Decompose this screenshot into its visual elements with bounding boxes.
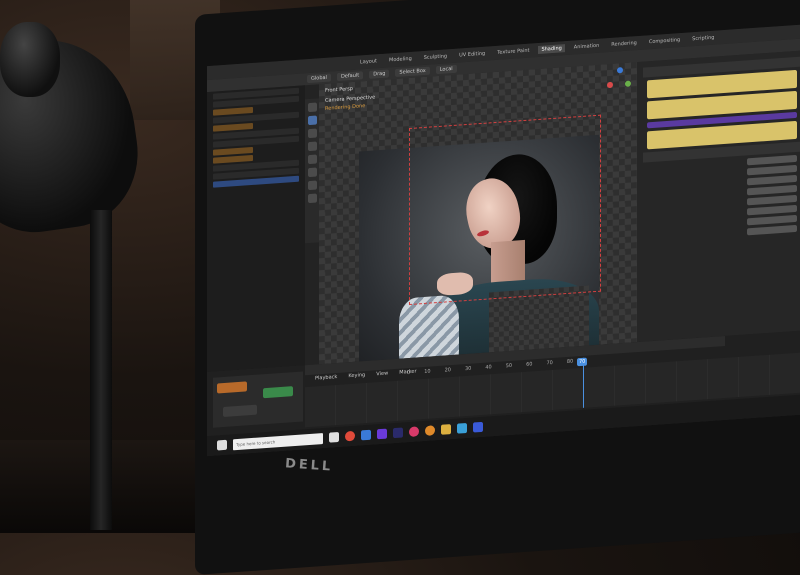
viewport-overlay-render: Rendering Done bbox=[325, 103, 366, 112]
gizmo-y-axis-icon[interactable] bbox=[625, 80, 631, 87]
frame-number: 50 bbox=[505, 362, 513, 370]
app-icon[interactable] bbox=[473, 421, 483, 433]
gizmo-z-axis-icon[interactable] bbox=[617, 67, 623, 74]
frame-number: 10 bbox=[424, 368, 431, 375]
tab-compositing[interactable]: Compositing bbox=[646, 36, 683, 47]
task-view-icon[interactable] bbox=[329, 431, 339, 443]
frame-number: 40 bbox=[485, 364, 492, 371]
annotate-tool-icon[interactable] bbox=[307, 180, 317, 191]
taskbar-search-input[interactable]: Type here to search bbox=[233, 432, 323, 450]
navigation-gizmo[interactable] bbox=[607, 66, 633, 94]
local-select[interactable]: Local bbox=[435, 64, 457, 75]
3d-viewport[interactable]: Front Persp Camera Perspective Rendering… bbox=[319, 62, 637, 372]
desk-lamp-arm bbox=[90, 210, 112, 530]
drag-select[interactable]: Drag bbox=[369, 69, 390, 79]
frame-number: 0 bbox=[407, 369, 411, 377]
start-icon[interactable] bbox=[217, 439, 227, 451]
timeline-menu-keying[interactable]: Keying bbox=[348, 372, 365, 379]
cursor-tool-icon[interactable] bbox=[307, 115, 317, 126]
app-icon[interactable] bbox=[409, 426, 419, 438]
select-box-button[interactable]: Select Box bbox=[395, 66, 430, 77]
app-icon[interactable] bbox=[361, 429, 371, 441]
folder-icon[interactable] bbox=[441, 424, 451, 435]
gizmo-x-axis-icon[interactable] bbox=[607, 81, 613, 89]
measure-tool-icon[interactable] bbox=[307, 193, 317, 204]
viewport-overlay-camera: Camera Perspective bbox=[325, 94, 376, 104]
pivot-select[interactable]: Default bbox=[336, 71, 364, 82]
tab-layout[interactable]: Layout bbox=[357, 57, 380, 67]
select-tool-icon[interactable] bbox=[307, 102, 317, 113]
frame-number: 80 bbox=[566, 358, 574, 366]
properties-panel bbox=[637, 50, 800, 343]
tab-animation[interactable]: Animation bbox=[571, 42, 603, 52]
transform-tool-icon[interactable] bbox=[307, 167, 317, 178]
node-output[interactable] bbox=[223, 404, 257, 418]
frame-number: 70 bbox=[546, 359, 553, 367]
node-shader[interactable] bbox=[263, 386, 293, 399]
outliner-panel bbox=[207, 85, 305, 373]
tab-scripting[interactable]: Scripting bbox=[689, 33, 717, 43]
node-editor[interactable] bbox=[213, 371, 303, 428]
timeline-menu-view[interactable]: View bbox=[376, 370, 388, 377]
tab-sculpting[interactable]: Sculpting bbox=[421, 52, 450, 62]
tab-uv-editing[interactable]: UV Editing bbox=[456, 49, 488, 59]
viewport-mode-label: Front Persp bbox=[325, 85, 353, 94]
scale-tool-icon[interactable] bbox=[307, 154, 317, 165]
photoshop-icon[interactable] bbox=[393, 427, 403, 439]
tab-modeling[interactable]: Modeling bbox=[386, 55, 415, 65]
store-icon[interactable] bbox=[457, 422, 467, 434]
tab-texture-paint[interactable]: Texture Paint bbox=[494, 46, 532, 57]
tab-shading[interactable]: Shading bbox=[538, 44, 565, 54]
frame-number: 20 bbox=[444, 367, 451, 374]
screen: Layout Modeling Sculpting UV Editing Tex… bbox=[207, 24, 800, 457]
frame-number: 30 bbox=[464, 365, 472, 373]
orientation-select[interactable]: Global bbox=[307, 73, 331, 84]
current-frame-badge[interactable]: 70 bbox=[577, 357, 588, 367]
desk-lamp-top bbox=[0, 22, 60, 97]
frame-number: 60 bbox=[526, 361, 533, 368]
monitor: Layout Modeling Sculpting UV Editing Tex… bbox=[195, 0, 800, 575]
app-icon[interactable] bbox=[377, 428, 387, 440]
timeline-menu-playback[interactable]: Playback bbox=[315, 374, 337, 382]
tool-shelf bbox=[305, 98, 319, 244]
chrome-icon[interactable] bbox=[345, 430, 355, 442]
blender-icon[interactable] bbox=[425, 425, 435, 436]
move-tool-icon[interactable] bbox=[307, 128, 317, 139]
tab-rendering[interactable]: Rendering bbox=[608, 39, 640, 49]
camera-frame bbox=[409, 114, 601, 306]
node-image[interactable] bbox=[217, 381, 247, 394]
rotate-tool-icon[interactable] bbox=[307, 141, 317, 152]
